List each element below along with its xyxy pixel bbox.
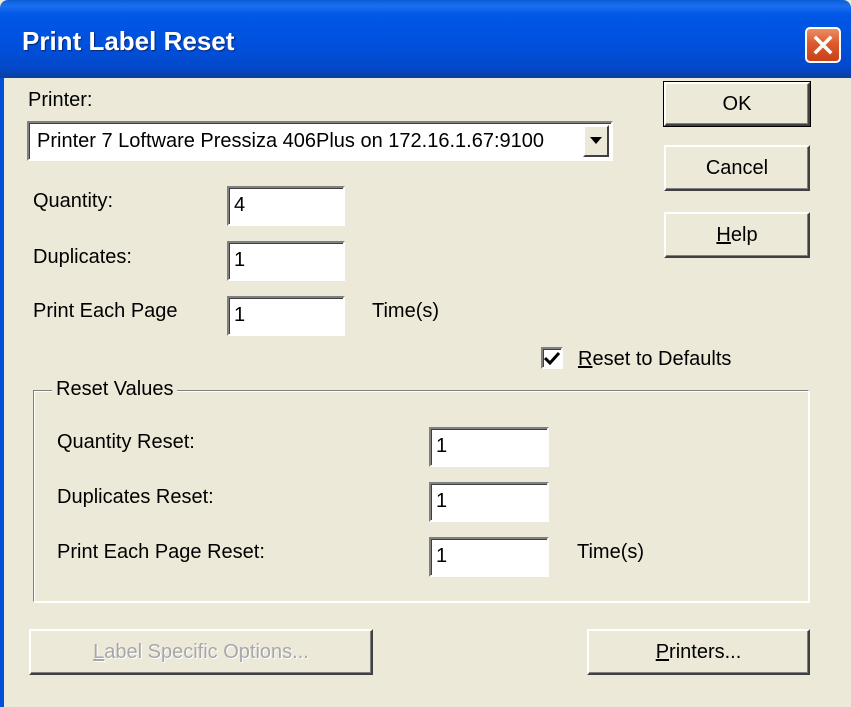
duplicates-reset-label: Duplicates Reset:: [57, 486, 214, 508]
quantity-reset-label: Quantity Reset:: [57, 431, 195, 453]
print-each-page-input[interactable]: 1: [227, 296, 345, 336]
chevron-down-icon: [590, 137, 602, 144]
quantity-input[interactable]: 4: [227, 186, 345, 226]
quantity-label: Quantity:: [33, 190, 114, 212]
print-each-page-reset-unit: Time(s): [577, 541, 645, 563]
help-text: elp: [730, 223, 758, 246]
close-button[interactable]: [805, 27, 841, 63]
printer-select[interactable]: Printer 7 Loftware Pressiza 406Plus on 1…: [27, 121, 613, 161]
reset-to-defaults-text: eset to Defaults: [592, 348, 732, 370]
cancel-button-label: Cancel: [705, 156, 769, 179]
ok-button[interactable]: OK: [663, 81, 811, 127]
printer-label: Printer:: [28, 89, 93, 111]
printers-button-label: Printers...: [656, 641, 742, 664]
label-specific-mnemonic: L: [93, 640, 105, 663]
printers-text: rinters...: [669, 640, 742, 663]
ok-button-label: OK: [722, 92, 752, 115]
print-each-page-label: Print Each Page: [33, 300, 178, 322]
reset-to-defaults-mnemonic: R: [578, 348, 593, 370]
duplicates-input[interactable]: 1: [227, 241, 345, 281]
help-button[interactable]: Help: [664, 212, 810, 258]
checkmark-icon: [544, 351, 560, 365]
title-bar[interactable]: Print Label Reset: [0, 0, 851, 78]
help-mnemonic: H: [716, 223, 731, 246]
label-specific-text: abel Specific Options...: [104, 640, 309, 663]
label-specific-options-button[interactable]: Label Specific Options...: [29, 629, 373, 675]
printer-select-value: Printer 7 Loftware Pressiza 406Plus on 1…: [37, 130, 544, 152]
label-specific-options-label: Label Specific Options...: [93, 641, 309, 664]
reset-to-defaults-checkbox[interactable]: [541, 347, 563, 369]
quantity-reset-input[interactable]: 1: [429, 427, 549, 467]
duplicates-reset-input[interactable]: 1: [429, 482, 549, 522]
printers-button[interactable]: Printers...: [587, 629, 810, 675]
close-x-icon: [813, 35, 833, 55]
print-each-page-reset-label: Print Each Page Reset:: [57, 541, 265, 563]
printer-dropdown-button[interactable]: [583, 125, 609, 157]
printers-mnemonic: P: [655, 640, 670, 663]
help-button-label: Help: [716, 224, 757, 247]
reset-to-defaults-label[interactable]: Reset to Defaults: [578, 348, 731, 371]
reset-values-legend: Reset Values: [52, 378, 178, 401]
print-each-page-unit: Time(s): [372, 300, 440, 322]
print-each-page-reset-input[interactable]: 1: [429, 537, 549, 577]
cancel-button[interactable]: Cancel: [664, 145, 810, 191]
duplicates-label: Duplicates:: [33, 246, 132, 268]
window-title: Print Label Reset: [22, 26, 235, 56]
